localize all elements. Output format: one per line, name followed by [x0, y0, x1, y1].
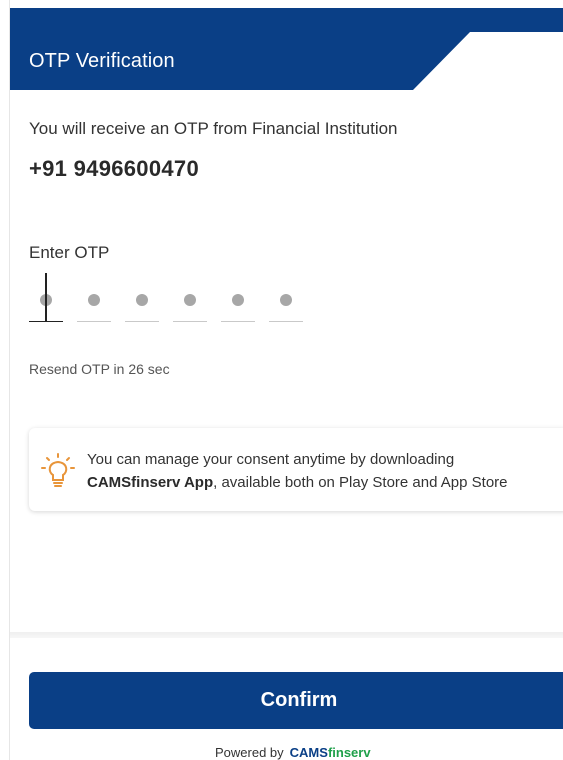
app-name: CAMSfinserv App — [87, 474, 214, 491]
otp-digit-1[interactable] — [29, 273, 63, 322]
page-title: OTP Verification — [29, 50, 175, 72]
phone-number: +91 9496600470 — [29, 156, 199, 181]
otp-digit-5[interactable] — [221, 278, 255, 322]
otp-digit-6[interactable] — [269, 278, 303, 322]
brand-main: CAMS — [289, 745, 328, 760]
lightbulb-icon — [41, 453, 75, 487]
confirm-button[interactable]: Confirm — [29, 672, 563, 729]
footer-divider — [10, 632, 563, 638]
otp-digit-2[interactable] — [77, 278, 111, 322]
brand-accent: finserv — [327, 745, 371, 760]
otp-label: Enter OTP — [29, 243, 110, 262]
header-shape — [10, 8, 563, 90]
consent-info-card: You can manage your consent anytime by d… — [29, 428, 563, 511]
powered-by-footer: Powered by CAMSfinserv — [215, 745, 371, 760]
resend-otp-timer: Resend OTP in 26 sec — [29, 361, 170, 377]
otp-digit-4[interactable] — [173, 278, 207, 322]
powered-by-label: Powered by — [215, 745, 284, 760]
header-banner: OTP Verification — [10, 8, 563, 90]
otp-source-text: You will receive an OTP from Financial I… — [29, 119, 398, 138]
consent-info-text: You can manage your consent anytime by d… — [87, 448, 557, 494]
info-line-1: You can manage your consent anytime by d… — [87, 451, 455, 468]
camsfinserv-logo: CAMSfinserv — [290, 745, 371, 760]
otp-digit-3[interactable] — [125, 278, 159, 322]
info-line-2: , available both on Play Store and App S… — [213, 474, 508, 491]
left-border — [9, 0, 10, 760]
otp-input-group[interactable] — [29, 273, 329, 326]
text-caret — [45, 273, 47, 322]
